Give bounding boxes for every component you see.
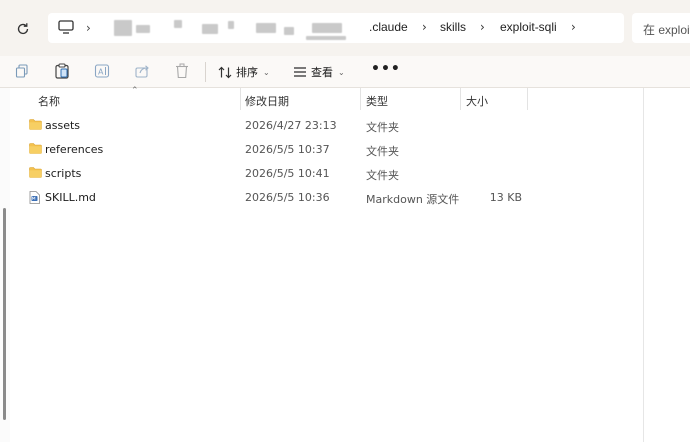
- file-modified: 2026/5/5 10:41: [245, 167, 330, 180]
- refresh-icon: [17, 23, 29, 35]
- view-menu-button[interactable]: 查看 ⌄: [293, 62, 345, 82]
- chevron-down-icon: ⌄: [263, 67, 270, 77]
- share-icon: [135, 65, 149, 78]
- chevron-down-icon: ⌄: [338, 67, 345, 77]
- file-name: references: [45, 143, 104, 156]
- rename-button[interactable]: A: [92, 61, 112, 81]
- copy-button[interactable]: [12, 61, 32, 81]
- trash-icon: [176, 63, 188, 79]
- file-list: assets 2026/4/27 23:13 文件夹 references 20…: [0, 113, 640, 209]
- breadcrumb-chevron-icon[interactable]: ›: [86, 21, 91, 35]
- file-modified: 2026/5/5 10:36: [245, 191, 330, 204]
- sort-ascending-icon: ⌃: [131, 86, 139, 96]
- breadcrumb-chevron-icon[interactable]: ›: [422, 20, 427, 34]
- file-row[interactable]: SKILL.md 2026/5/5 10:36 Markdown 源文件 13 …: [0, 185, 640, 209]
- markdown-file-icon: [29, 191, 40, 204]
- column-separator[interactable]: [360, 88, 361, 110]
- paste-icon: [55, 63, 69, 79]
- column-header-size[interactable]: 大小: [466, 93, 488, 109]
- folder-icon: [29, 119, 42, 130]
- file-type: 文件夹: [366, 169, 399, 182]
- file-size: 13 KB: [489, 191, 522, 204]
- breadcrumb-chevron-icon[interactable]: ›: [480, 20, 485, 34]
- column-header-name[interactable]: 名称: [38, 93, 60, 109]
- svg-text:A: A: [98, 68, 104, 77]
- folder-icon: [29, 143, 42, 154]
- address-bar-row: › .claude › skills › exploit-sqli › 在 ex…: [0, 0, 690, 56]
- refresh-button[interactable]: [12, 18, 34, 40]
- view-icon: [294, 67, 306, 77]
- this-pc-icon: [58, 20, 74, 34]
- file-type: 文件夹: [366, 121, 399, 134]
- column-header-type[interactable]: 类型: [366, 93, 388, 109]
- file-row[interactable]: references 2026/5/5 10:37 文件夹: [0, 137, 640, 161]
- delete-button[interactable]: [172, 61, 192, 81]
- vertical-scrollbar[interactable]: [3, 208, 6, 420]
- file-name: scripts: [45, 167, 82, 180]
- breadcrumb-claude[interactable]: .claude: [369, 20, 408, 34]
- file-modified: 2026/4/27 23:13: [245, 119, 337, 132]
- redacted-path: [106, 18, 356, 40]
- sort-label: 排序: [236, 66, 258, 79]
- sort-icon: [218, 66, 232, 78]
- sort-menu-button[interactable]: 排序 ⌄: [218, 62, 270, 82]
- paste-button[interactable]: [52, 61, 72, 81]
- address-box[interactable]: › .claude › skills › exploit-sqli ›: [48, 13, 624, 43]
- file-name: SKILL.md: [45, 191, 96, 204]
- details-pane-divider[interactable]: [643, 88, 644, 442]
- breadcrumb-skills[interactable]: skills: [440, 20, 466, 34]
- command-bar: A 排序 ⌄ 查看 ⌄ •••: [0, 56, 690, 88]
- column-separator[interactable]: [527, 88, 528, 110]
- file-row[interactable]: assets 2026/4/27 23:13 文件夹: [0, 113, 640, 137]
- copy-icon: [15, 64, 28, 78]
- more-options-button[interactable]: •••: [371, 61, 401, 77]
- column-header-row: ⌃ 名称 修改日期 类型 大小: [0, 86, 690, 110]
- view-label: 查看: [311, 66, 333, 79]
- folder-icon: [29, 167, 42, 178]
- file-modified: 2026/5/5 10:37: [245, 143, 330, 156]
- column-separator[interactable]: [240, 88, 241, 110]
- file-explorer-window: › .claude › skills › exploit-sqli › 在 ex…: [0, 0, 690, 442]
- search-placeholder: 在 exploit-sqli 中搜索: [643, 23, 690, 37]
- breadcrumb-exploit-sqli[interactable]: exploit-sqli: [500, 20, 557, 34]
- file-row[interactable]: scripts 2026/5/5 10:41 文件夹: [0, 161, 640, 185]
- column-separator[interactable]: [460, 88, 461, 110]
- file-name: assets: [45, 119, 81, 132]
- toolbar-divider: [205, 62, 206, 82]
- search-input[interactable]: 在 exploit-sqli 中搜索: [632, 13, 690, 43]
- rename-icon: A: [94, 64, 110, 78]
- column-header-modified[interactable]: 修改日期: [245, 93, 289, 109]
- breadcrumb-chevron-icon[interactable]: ›: [571, 20, 576, 34]
- file-type: 文件夹: [366, 145, 399, 158]
- share-button[interactable]: [132, 61, 152, 81]
- file-type: Markdown 源文件: [366, 193, 460, 206]
